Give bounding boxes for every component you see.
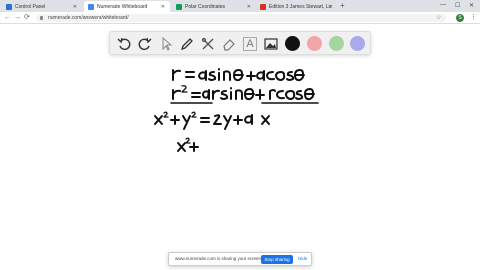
share-message: www.numerade.com is sharing your screen. — [175, 256, 263, 261]
hide-button[interactable]: Hide — [298, 256, 307, 261]
handwriting-line-3 — [154, 111, 270, 130]
handwriting-line-4 — [177, 137, 199, 152]
screen-share-bar: www.numerade.com is sharing your screen.… — [168, 252, 312, 266]
handwriting-line-1 — [172, 68, 305, 82]
handwriting-layer — [154, 68, 319, 152]
handwriting-line-2 — [170, 85, 319, 104]
stop-sharing-button[interactable]: Stop sharing — [261, 255, 293, 264]
